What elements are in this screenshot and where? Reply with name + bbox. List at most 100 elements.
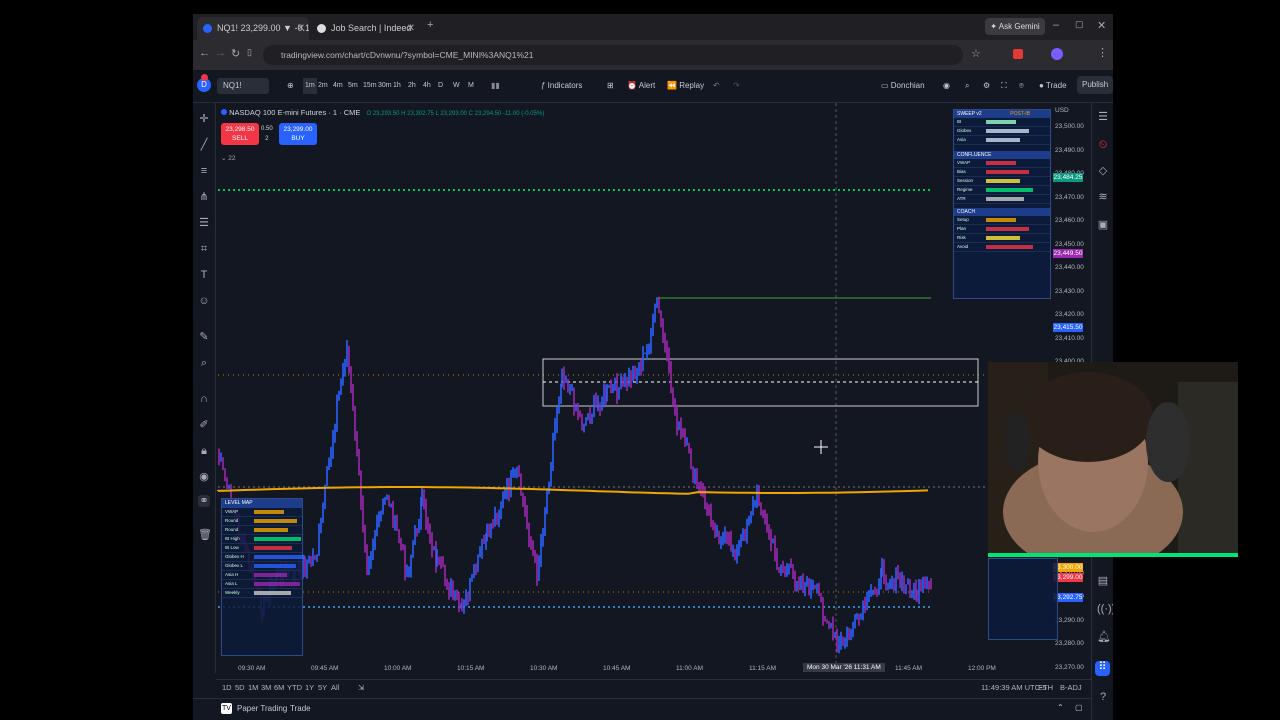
range-5d[interactable]: 5D [235, 683, 245, 692]
interval-4h[interactable]: 4h [423, 78, 431, 94]
replay-button[interactable]: ⏪ Replay [667, 78, 704, 94]
buy-button[interactable]: 23,299.00 BUY [279, 123, 317, 145]
alerts-clock-icon[interactable]: ⏲ [1097, 139, 1109, 151]
pencil-lock-icon[interactable]: ✐ [198, 419, 210, 431]
goto-date-icon[interactable]: ⇲ [358, 683, 364, 692]
compare-plus-icon[interactable]: ⊕ [287, 78, 294, 94]
bookmark-star-icon[interactable]: ☆ [971, 47, 981, 60]
qty-value[interactable]: 2 [261, 134, 273, 144]
trash-icon[interactable]: 🗑︎ [198, 529, 212, 541]
price-chart[interactable] [216, 103, 1026, 663]
range-1y[interactable]: 1Y [305, 683, 314, 692]
watchlist-icon[interactable]: ☰ [1097, 111, 1109, 123]
collapse-panel-icon[interactable]: ⌃ [1057, 703, 1064, 712]
patterns-icon[interactable]: ⌗ [198, 243, 210, 255]
range-3m[interactable]: 3M [261, 683, 271, 692]
sidebar-toggle-icon[interactable]: ▯ [247, 47, 252, 58]
layers-icon[interactable]: ≋ [1097, 191, 1109, 203]
eye-icon[interactable]: ◉ [198, 471, 210, 483]
redo-icon[interactable]: ↷ [733, 78, 740, 94]
interval-4m[interactable]: 4m [333, 78, 343, 94]
alert-button[interactable]: ⏰ Alert [627, 78, 655, 94]
snapshot-camera-icon[interactable]: ⌾ [1019, 78, 1024, 94]
lock-icon[interactable]: 🔒︎ [198, 445, 210, 457]
back-icon[interactable]: ← [199, 47, 210, 59]
interval-M[interactable]: M [468, 78, 474, 94]
chart-objects-icon[interactable]: ◇ [1097, 165, 1109, 177]
interval-2h[interactable]: 2h [408, 78, 416, 94]
interval-5m[interactable]: 5m [348, 78, 358, 94]
browser-tab-tradingview[interactable]: NQ1! 23,299.00 ▼ -0.13% Do... ✕ [197, 17, 309, 40]
browser-tab-indeed[interactable]: Job Search | Indeed ✕ [311, 17, 419, 40]
range-all[interactable]: All [331, 683, 339, 692]
templates-icon[interactable]: ⊞ [607, 78, 614, 94]
tab-label: Job Search | Indeed [331, 23, 412, 33]
sell-button[interactable]: 23,298.50 SELL [221, 123, 259, 145]
magnet-icon[interactable]: ∩ [198, 393, 210, 405]
currency-label[interactable]: USD [1055, 107, 1069, 114]
zoom-icon[interactable]: ⌕ [198, 357, 210, 369]
interval-2m[interactable]: 2m [318, 78, 328, 94]
undo-icon[interactable]: ↶ [713, 78, 720, 94]
row-label: VWAP [957, 160, 971, 165]
horizontal-lines-icon[interactable]: ≡ [198, 165, 210, 177]
range-1d[interactable]: 1D [222, 683, 232, 692]
calendar-icon[interactable]: ▤ [1097, 575, 1109, 587]
range-1m[interactable]: 1M [248, 683, 258, 692]
chat-icon[interactable]: ▣ [1097, 219, 1109, 231]
symbol-search[interactable]: NQ1! [217, 78, 269, 94]
new-tab-icon[interactable]: + [427, 19, 433, 31]
trendline-tool-icon[interactable]: ╱ [198, 139, 210, 151]
trade-button[interactable]: ● Trade [1039, 78, 1067, 94]
reload-icon[interactable]: ↻ [231, 47, 240, 60]
extension-icon[interactable] [1013, 49, 1023, 59]
fib-tool-icon[interactable]: ☰ [198, 217, 210, 229]
range-5y[interactable]: 5Y [318, 683, 327, 692]
notifications-bell-icon[interactable]: 🔔︎ [1097, 631, 1111, 643]
settings-gear-icon[interactable]: ⚙ [983, 78, 990, 94]
ask-gemini-button[interactable]: ✦ Ask Gemini [985, 18, 1045, 35]
adjust-toggle[interactable]: B-ADJ [1060, 683, 1082, 692]
browser-menu-icon[interactable]: ⋮ [1097, 46, 1108, 59]
session-toggle[interactable]: ETH [1038, 683, 1053, 692]
time-axis[interactable]: 09:30 AM 09:45 AM 10:00 AM 10:15 AM 10:30 AM… [216, 662, 1086, 678]
range-ytd[interactable]: YTD [287, 683, 302, 692]
close-tab-icon[interactable]: ✕ [297, 17, 305, 40]
layout-menu-icon[interactable]: ◉ [943, 78, 950, 94]
broadcast-icon[interactable]: ((·)) [1097, 603, 1113, 615]
chart-type-icon[interactable]: ▮▮ [491, 78, 500, 94]
apps-grid-icon[interactable]: ⠿ [1095, 661, 1110, 676]
link-icon[interactable]: ⚭ [198, 495, 210, 507]
range-6m[interactable]: 6M [274, 683, 284, 692]
emoji-icon[interactable]: ☺ [198, 295, 210, 307]
clock-label[interactable]: 11:49:39 AM UTC-5 [981, 683, 1047, 692]
maximize-panel-icon[interactable]: ▢ [1075, 703, 1083, 712]
text-tool-icon[interactable]: T [198, 269, 210, 281]
interval-1m[interactable]: 1m [303, 78, 317, 94]
trade-tab[interactable]: Trade [290, 704, 311, 713]
close-tab-icon[interactable]: ✕ [407, 17, 415, 40]
interval-W[interactable]: W [453, 78, 460, 94]
close-window-icon[interactable]: ✕ [1097, 19, 1106, 32]
quick-search-icon[interactable]: ⌕ [965, 78, 969, 94]
crosshair-tool-icon[interactable]: ✛ [198, 113, 210, 125]
layout-selector[interactable]: ▭ Donchian [881, 78, 925, 94]
interval-30m[interactable]: 30m [378, 78, 392, 94]
minimize-icon[interactable]: – [1053, 19, 1059, 31]
indicators-collapse[interactable]: ⌄ 22 [221, 154, 236, 162]
url-field[interactable]: tradingview.com/chart/cDvnwnu/?symbol=CM… [263, 45, 963, 65]
interval-1h[interactable]: 1h [393, 78, 401, 94]
row-value-bar [986, 120, 1016, 124]
interval-15m[interactable]: 15m [363, 78, 377, 94]
forward-icon[interactable]: → [215, 47, 226, 59]
pitchfork-icon[interactable]: ⋔ [198, 191, 210, 203]
help-icon[interactable]: ? [1097, 691, 1109, 703]
brush-icon[interactable]: ✎ [198, 331, 210, 343]
maximize-icon[interactable]: ▢ [1075, 19, 1084, 30]
interval-D[interactable]: D [438, 78, 443, 94]
indicators-button[interactable]: ƒ Indicators [541, 78, 582, 94]
paper-trading-tab[interactable]: Paper Trading [237, 704, 287, 713]
profile-avatar[interactable] [1051, 48, 1063, 60]
fullscreen-icon[interactable]: ⛶ [1001, 78, 1007, 94]
publish-button[interactable]: Publish [1077, 76, 1113, 94]
